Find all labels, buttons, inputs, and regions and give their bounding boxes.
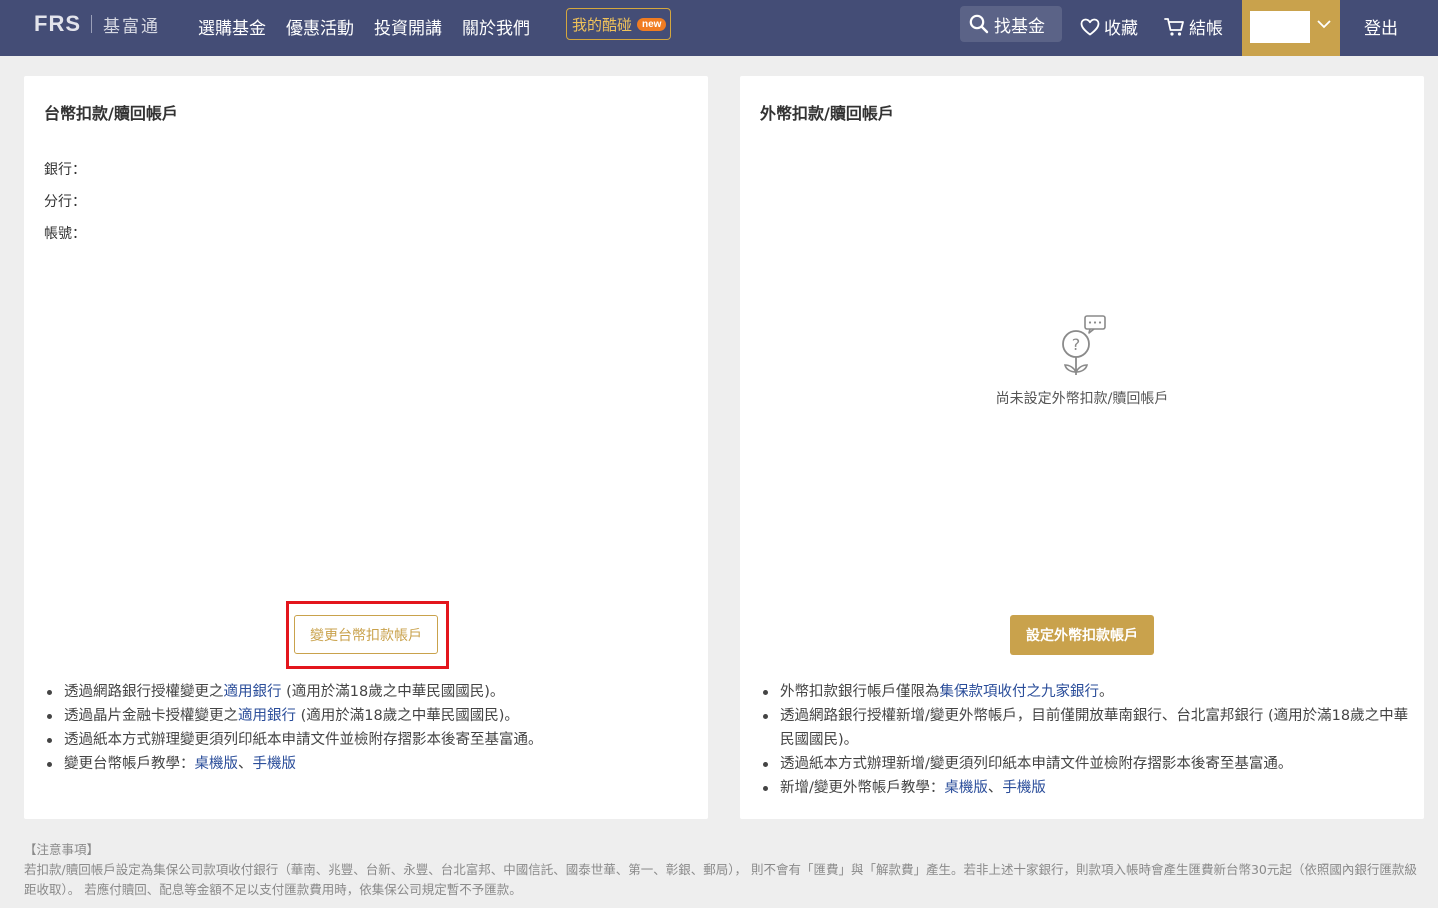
account-number-field: 帳號： [44, 223, 90, 243]
notice-body: 若扣款/贖回帳戶設定為集保公司款項收付銀行（華南、兆豐、台新、永豐、台北富邦、中… [24, 862, 1417, 897]
favorites-link[interactable]: 收藏 [1080, 14, 1138, 39]
note-text: 新增/變更外幣帳戶教學： [780, 780, 945, 796]
search-icon [969, 14, 989, 34]
notice-section: 【注意事項】 若扣款/贖回帳戶設定為集保公司款項收付銀行（華南、兆豐、台新、永豐… [24, 840, 1424, 900]
svg-text:?: ? [1072, 335, 1081, 354]
list-item: 透過晶片金融卡授權變更之適用銀行 (適用於滿18歲之中華民國國民)。 [44, 704, 694, 728]
list-item: 透過紙本方式辦理新增/變更須列印紙本申請文件並檢附存摺影本後寄至基富通。 [760, 752, 1410, 776]
twd-notes-list: 透過網路銀行授權變更之適用銀行 (適用於滿18歲之中華民國國民)。 透過晶片金融… [44, 680, 694, 776]
account-menu[interactable] [1242, 0, 1340, 56]
empty-state-text: 尚未設定外幣扣款/贖回帳戶 [995, 391, 1169, 407]
applicable-banks-link[interactable]: 適用銀行 [238, 708, 296, 724]
new-badge: new [637, 17, 667, 31]
bank-field: 銀行： [44, 159, 90, 179]
tutorial-desktop-link[interactable]: 桌機版 [195, 756, 239, 772]
nine-banks-link[interactable]: 集保款項收付之九家銀行 [940, 684, 1100, 700]
my-coupons-button[interactable]: 我的酷碰 new [566, 8, 671, 40]
note-text: 透過網路銀行授權新增/變更外幣帳戶，目前僅開放華南銀行、台北富邦銀行 (適用於滿… [780, 708, 1409, 748]
branch-label: 分行： [44, 194, 86, 210]
nav-promotions[interactable]: 優惠活動 [286, 14, 354, 39]
top-navigation-bar: FRS 基富通 選購基金 優惠活動 投資開講 關於我們 我的酷碰 new 找基金… [0, 0, 1438, 56]
tutorial-mobile-link[interactable]: 手機版 [253, 756, 297, 772]
twd-account-card: 台幣扣款/贖回帳戶 銀行： 分行： 帳號： 變更台幣扣款帳戶 透過網路銀行授權變… [24, 76, 708, 819]
change-twd-account-button[interactable]: 變更台幣扣款帳戶 [294, 615, 438, 654]
logo-divider [91, 15, 92, 33]
list-item: 外幣扣款銀行帳戶僅限為集保款項收付之九家銀行。 [760, 680, 1410, 704]
list-item: 透過紙本方式辦理變更須列印紙本申請文件並檢附存摺影本後寄至基富通。 [44, 728, 694, 752]
find-fund-label: 找基金 [994, 16, 1045, 37]
note-separator: 、 [987, 780, 1003, 796]
fx-account-card: 外幣扣款/贖回帳戶 ? 尚未設定外幣扣款/贖回帳戶 設定外幣扣款帳戶 外幣扣款銀… [740, 76, 1424, 819]
list-item: 新增/變更外幣帳戶教學：桌機版、手機版 [760, 776, 1410, 800]
nav-select-funds[interactable]: 選購基金 [198, 14, 266, 39]
note-text: 透過紙本方式辦理變更須列印紙本申請文件並檢附存摺影本後寄至基富通。 [64, 732, 543, 748]
note-text: 變更台幣帳戶教學： [64, 756, 195, 772]
note-text: (適用於滿18歲之中華民國國民)。 [296, 708, 519, 724]
note-text: 。 [1099, 684, 1114, 700]
find-fund-button[interactable]: 找基金 [960, 6, 1062, 42]
twd-card-title: 台幣扣款/贖回帳戶 [44, 104, 178, 123]
note-text: 透過網路銀行授權變更之 [64, 684, 224, 700]
favorites-label: 收藏 [1104, 19, 1138, 39]
chevron-down-icon [1317, 20, 1331, 29]
note-text: (適用於滿18歲之中華民國國民)。 [281, 684, 505, 700]
logo-text: 基富通 [103, 16, 160, 37]
account-name-field [1250, 11, 1310, 43]
nav-about-us[interactable]: 關於我們 [462, 14, 530, 39]
applicable-banks-link[interactable]: 適用銀行 [224, 684, 282, 700]
notice-title: 【注意事項】 [24, 842, 100, 857]
my-coupons-label: 我的酷碰 [572, 15, 633, 34]
set-fx-account-button[interactable]: 設定外幣扣款帳戶 [1010, 615, 1154, 655]
note-text: 透過紙本方式辦理新增/變更須列印紙本申請文件並檢附存摺影本後寄至基富通。 [780, 756, 1293, 772]
note-text: 透過晶片金融卡授權變更之 [64, 708, 238, 724]
tutorial-desktop-link[interactable]: 桌機版 [944, 780, 988, 796]
tutorial-mobile-link[interactable]: 手機版 [1002, 780, 1046, 796]
checkout-label: 結帳 [1189, 19, 1223, 39]
branch-field: 分行： [44, 191, 90, 211]
bank-label: 銀行： [44, 162, 86, 178]
fx-card-title: 外幣扣款/贖回帳戶 [760, 104, 894, 123]
list-item: 變更台幣帳戶教學：桌機版、手機版 [44, 752, 694, 776]
checkout-link[interactable]: 結帳 [1164, 14, 1223, 39]
account-number-label: 帳號： [44, 226, 86, 242]
list-item: 透過網路銀行授權新增/變更外幣帳戶，目前僅開放華南銀行、台北富邦銀行 (適用於滿… [760, 704, 1410, 752]
note-text: 外幣扣款銀行帳戶僅限為 [780, 684, 940, 700]
cart-icon [1164, 17, 1184, 36]
logo-mark: FRS [34, 11, 81, 36]
nav-investment-seminars[interactable]: 投資開講 [374, 14, 442, 39]
question-flower-icon: ? [1062, 315, 1106, 375]
logout-link[interactable]: 登出 [1364, 14, 1398, 39]
heart-icon [1080, 18, 1100, 35]
fx-notes-list: 外幣扣款銀行帳戶僅限為集保款項收付之九家銀行。 透過網路銀行授權新增/變更外幣帳… [760, 680, 1410, 800]
note-separator: 、 [238, 756, 253, 772]
logo[interactable]: FRS 基富通 [34, 11, 160, 37]
list-item: 透過網路銀行授權變更之適用銀行 (適用於滿18歲之中華民國國民)。 [44, 680, 694, 704]
